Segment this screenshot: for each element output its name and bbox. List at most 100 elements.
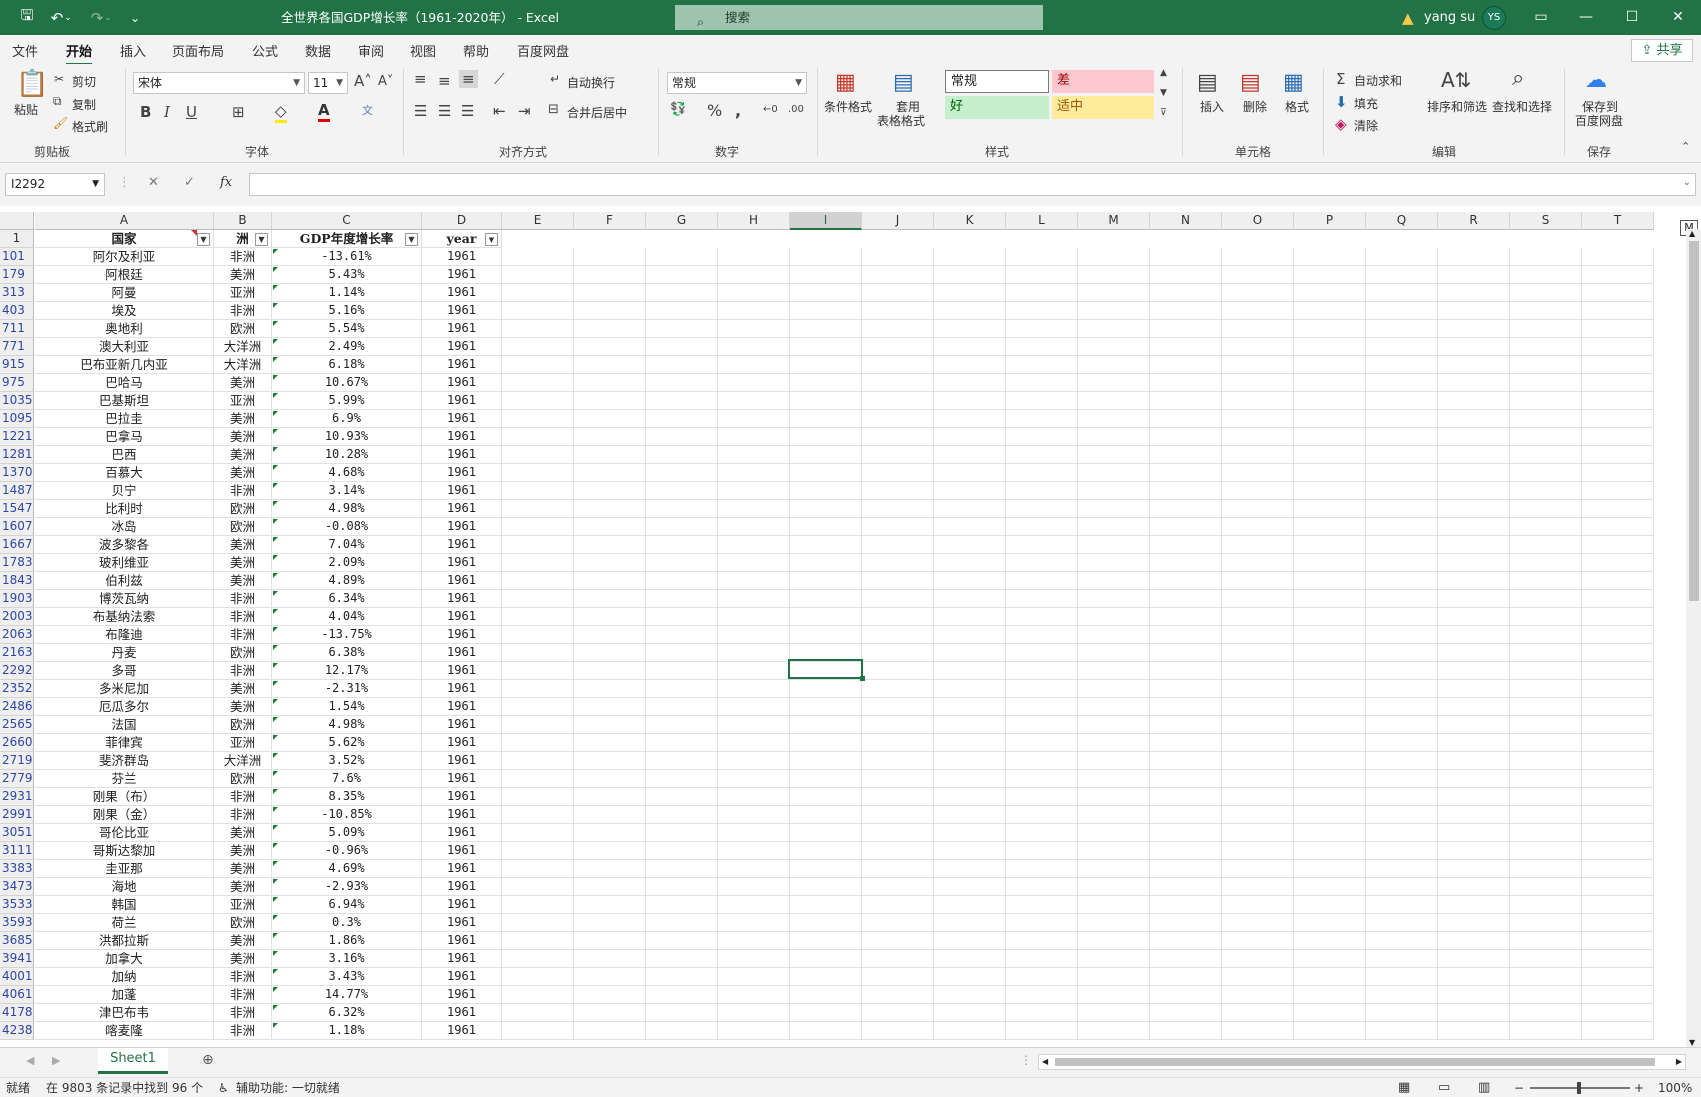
empty-cell[interactable]: [1150, 626, 1222, 644]
empty-cell[interactable]: [1006, 428, 1078, 446]
split-handle[interactable]: ⋮: [1020, 1053, 1032, 1067]
empty-cell[interactable]: [790, 986, 862, 1004]
column-header-k[interactable]: K: [934, 212, 1006, 230]
empty-cell[interactable]: [1006, 266, 1078, 284]
empty-cell[interactable]: [1582, 860, 1654, 878]
cell-year[interactable]: 1961: [422, 482, 502, 500]
empty-cell[interactable]: [1510, 428, 1582, 446]
empty-cell[interactable]: [934, 734, 1006, 752]
empty-cell[interactable]: [1366, 428, 1438, 446]
empty-cell[interactable]: [1006, 518, 1078, 536]
cell-continent[interactable]: 欧洲: [214, 320, 272, 338]
sort-filter-icon[interactable]: A⇅: [1441, 68, 1471, 92]
empty-cell[interactable]: [502, 698, 574, 716]
empty-cell[interactable]: [1510, 302, 1582, 320]
cell-continent[interactable]: 欧洲: [214, 644, 272, 662]
cell-continent[interactable]: 亚洲: [214, 896, 272, 914]
empty-cell[interactable]: [934, 1004, 1006, 1022]
empty-cell[interactable]: [574, 662, 646, 680]
empty-cell[interactable]: [1294, 572, 1366, 590]
empty-cell[interactable]: [1078, 536, 1150, 554]
empty-cell[interactable]: [1510, 338, 1582, 356]
empty-cell[interactable]: [1582, 518, 1654, 536]
row-number[interactable]: 1487: [0, 482, 34, 500]
empty-cell[interactable]: [502, 752, 574, 770]
maximize-icon[interactable]: ☐: [1610, 0, 1654, 35]
empty-cell[interactable]: [790, 554, 862, 572]
empty-cell[interactable]: [1078, 932, 1150, 950]
empty-cell[interactable]: [1078, 302, 1150, 320]
empty-cell[interactable]: [1222, 932, 1294, 950]
font-size-select[interactable]: 11 ▼: [308, 72, 348, 94]
empty-cell[interactable]: [1078, 1004, 1150, 1022]
next-sheet-icon[interactable]: ▶: [52, 1054, 60, 1067]
merge-center-button[interactable]: 合并后居中: [567, 104, 627, 121]
shrink-font-icon[interactable]: A˅: [378, 74, 393, 89]
empty-cell[interactable]: [790, 248, 862, 266]
empty-cell[interactable]: [718, 374, 790, 392]
vertical-scroll-thumb[interactable]: [1689, 241, 1699, 601]
empty-cell[interactable]: [646, 248, 718, 266]
filter-dropdown-icon[interactable]: ▼: [405, 233, 418, 246]
cell-country[interactable]: 澳大利亚: [35, 338, 214, 356]
empty-cell[interactable]: [1294, 770, 1366, 788]
empty-cell[interactable]: [646, 680, 718, 698]
empty-cell[interactable]: [862, 752, 934, 770]
empty-cell[interactable]: [1366, 824, 1438, 842]
insert-function-icon[interactable]: fx: [220, 175, 232, 190]
format-cells-button[interactable]: 格式: [1285, 98, 1309, 115]
empty-cell[interactable]: [718, 500, 790, 518]
empty-cell[interactable]: [502, 932, 574, 950]
empty-cell[interactable]: [1366, 878, 1438, 896]
empty-cell[interactable]: [1150, 1004, 1222, 1022]
empty-cell[interactable]: [1438, 626, 1510, 644]
row-number[interactable]: 975: [0, 374, 34, 392]
cell-year[interactable]: 1961: [422, 518, 502, 536]
empty-cell[interactable]: [1438, 518, 1510, 536]
empty-cell[interactable]: [1294, 716, 1366, 734]
column-header-j[interactable]: J: [862, 212, 934, 230]
empty-cell[interactable]: [1222, 806, 1294, 824]
empty-cell[interactable]: [934, 788, 1006, 806]
page-break-view-icon[interactable]: ▥: [1478, 1078, 1490, 1097]
column-header-t[interactable]: T: [1582, 212, 1654, 230]
collapse-ribbon-icon[interactable]: ⌃: [1681, 140, 1690, 153]
cell-country[interactable]: 比利时: [35, 500, 214, 518]
empty-cell[interactable]: [1294, 410, 1366, 428]
empty-cell[interactable]: [1006, 680, 1078, 698]
cell-gdp-growth[interactable]: -2.93%: [272, 878, 422, 896]
empty-cell[interactable]: [574, 428, 646, 446]
empty-cell[interactable]: [1222, 968, 1294, 986]
empty-cell[interactable]: [1582, 734, 1654, 752]
empty-cell[interactable]: [502, 842, 574, 860]
empty-cell[interactable]: [1510, 662, 1582, 680]
empty-cell[interactable]: [1006, 788, 1078, 806]
empty-cell[interactable]: [934, 518, 1006, 536]
avatar[interactable]: YS: [1482, 6, 1506, 30]
column-header-q[interactable]: Q: [1366, 212, 1438, 230]
style-bad[interactable]: 差: [1052, 70, 1154, 93]
empty-cell[interactable]: [1006, 302, 1078, 320]
tab-file[interactable]: 文件: [12, 41, 38, 60]
empty-cell[interactable]: [934, 266, 1006, 284]
cell-gdp-growth[interactable]: 4.04%: [272, 608, 422, 626]
empty-cell[interactable]: [1582, 806, 1654, 824]
font-name-select[interactable]: 宋体 ▼: [133, 72, 305, 94]
empty-cell[interactable]: [1222, 1004, 1294, 1022]
empty-cell[interactable]: [574, 266, 646, 284]
empty-cell[interactable]: [718, 770, 790, 788]
empty-cell[interactable]: [1294, 914, 1366, 932]
empty-cell[interactable]: [934, 860, 1006, 878]
empty-cell[interactable]: [1294, 968, 1366, 986]
empty-cell[interactable]: [862, 806, 934, 824]
cell-country[interactable]: 喀麦隆: [35, 1022, 214, 1040]
empty-cell[interactable]: [934, 284, 1006, 302]
empty-cell[interactable]: [862, 680, 934, 698]
empty-cell[interactable]: [1006, 1004, 1078, 1022]
empty-cell[interactable]: [1582, 1022, 1654, 1040]
empty-cell[interactable]: [1078, 374, 1150, 392]
styles-scroll-down-icon[interactable]: ▼: [1160, 88, 1167, 98]
cell-continent[interactable]: 非洲: [214, 662, 272, 680]
empty-cell[interactable]: [1078, 482, 1150, 500]
empty-cell[interactable]: [574, 752, 646, 770]
